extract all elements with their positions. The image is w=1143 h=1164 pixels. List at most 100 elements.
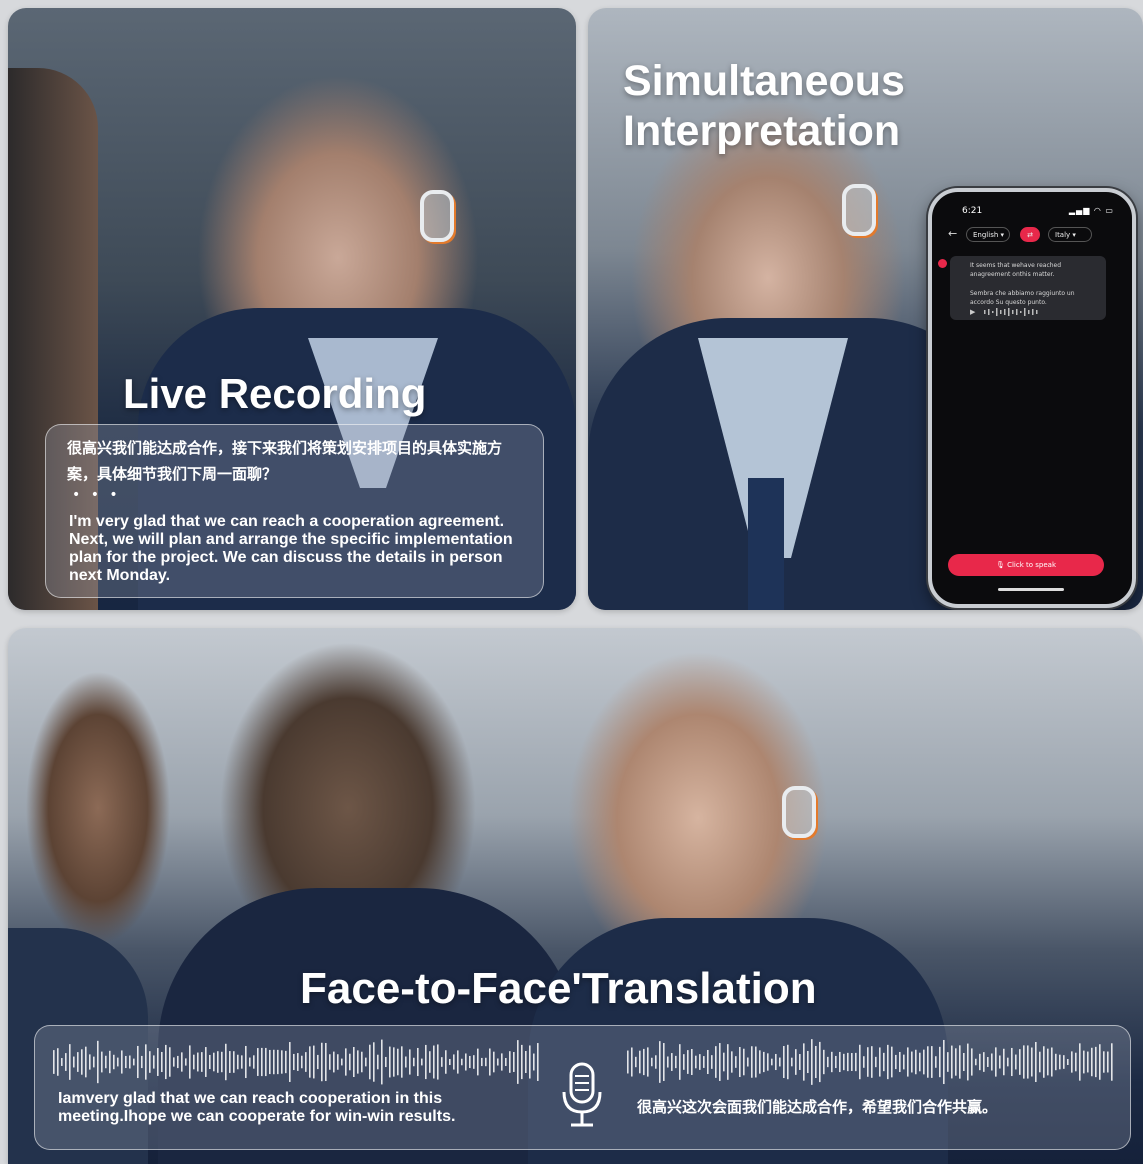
source-language-select[interactable]: English ▾: [966, 227, 1010, 242]
waveform-bar: [113, 1054, 115, 1070]
waveform-bar: [141, 1055, 143, 1069]
english-transcript: I'm very glad that we can reach a cooper…: [69, 513, 513, 584]
waveform-bar: [341, 1058, 343, 1066]
waveform-bar: [683, 1054, 685, 1070]
left-audio-waveform: [53, 1039, 539, 1085]
waveform-bar: [791, 1057, 793, 1067]
waveform-bar: [185, 1058, 187, 1066]
waveform-bar: [847, 1052, 849, 1072]
waveform-bar: [715, 1046, 717, 1078]
waveform-bar: [433, 1045, 435, 1079]
waveform-bar: [943, 1039, 945, 1085]
waveform-bar: [1059, 1054, 1061, 1070]
waveform-bar: [213, 1052, 215, 1072]
waveform-bar: [313, 1045, 315, 1079]
speaker-avatar-icon: [938, 259, 947, 268]
waveform-bar: [939, 1046, 941, 1078]
waveform-bar: [851, 1053, 853, 1071]
waveform-bar: [879, 1047, 881, 1077]
waveform-bar: [775, 1053, 777, 1071]
waveform-bar: [779, 1057, 781, 1067]
swap-languages-button[interactable]: ⇄: [1020, 227, 1040, 242]
waveform-bar: [277, 1049, 279, 1075]
waveform-bar: [811, 1039, 813, 1085]
waveform-bar: [635, 1056, 637, 1068]
waveform-bar: [89, 1054, 91, 1070]
waveform-bar: [465, 1053, 467, 1071]
waveform-bar: [529, 1045, 531, 1079]
translation-message-card: It seems that wehave reached anagreement…: [938, 256, 1106, 320]
waveform-bar: [457, 1050, 459, 1074]
waveform-bar: [987, 1057, 989, 1067]
waveform-bar: [101, 1051, 103, 1073]
waveform-bar: [895, 1054, 897, 1070]
waveform-bar: [73, 1056, 75, 1068]
chinese-translation: 很高兴这次会面我们能达成合作，希望我们合作共赢。: [637, 1098, 998, 1116]
waveform-bar: [863, 1056, 865, 1068]
microphone-icon[interactable]: [559, 1062, 605, 1128]
waveform-bar: [253, 1055, 255, 1069]
english-translation: Iamvery glad that we can reach cooperati…: [58, 1090, 456, 1125]
target-language-select[interactable]: Italy ▾: [1048, 227, 1092, 242]
waveform-bar: [177, 1055, 179, 1069]
waveform-bar: [437, 1044, 439, 1080]
waveform-bar: [497, 1058, 499, 1066]
waveform-bar: [815, 1045, 817, 1079]
waveform-bar: [931, 1046, 933, 1078]
waveform-bar: [1091, 1047, 1093, 1077]
waveform-bar: [121, 1050, 123, 1074]
live-transcript-card: 很高兴我们能达成合作，接下来我们将策划安排项目的具体实施方案，具体细节我们下周一…: [45, 424, 544, 598]
waveform-bar: [647, 1047, 649, 1077]
waveform-bar: [1111, 1043, 1113, 1081]
live-recording-title: Live Recording: [123, 370, 427, 417]
waveform-bar: [967, 1043, 969, 1081]
waveform-bar: [149, 1051, 151, 1073]
waveform-bar: [707, 1049, 709, 1075]
waveform-bar: [317, 1054, 319, 1070]
waveform-bar: [381, 1039, 383, 1085]
waveform-bar: [823, 1049, 825, 1075]
waveform-bar: [469, 1055, 471, 1069]
waveform-bar: [85, 1046, 87, 1078]
waveform-bar: [835, 1055, 837, 1069]
translated-message: Sembra che abbiamo raggiunto un accordo …: [970, 290, 1075, 306]
waveform-bar: [137, 1045, 139, 1079]
waveform-bar: [831, 1051, 833, 1073]
waveform-bar: [289, 1042, 291, 1082]
waveform-bar: [233, 1051, 235, 1073]
waveform-bar: [687, 1050, 689, 1074]
waveform-bar: [883, 1052, 885, 1072]
waveform-bar: [485, 1057, 487, 1067]
waveform-bar: [301, 1055, 303, 1069]
waveform-bar: [731, 1051, 733, 1073]
language-bar: ← English ▾ ⇄ Italy ▾: [946, 226, 1118, 244]
waveform-bar: [1007, 1057, 1009, 1067]
play-icon[interactable]: ▶: [970, 308, 975, 317]
waveform-bar: [1055, 1053, 1057, 1071]
title-line-2: Interpretation: [623, 107, 901, 155]
waveform-bar: [1079, 1043, 1081, 1081]
waveform-bar: [445, 1050, 447, 1074]
waveform-bar: [855, 1052, 857, 1072]
waveform-bar: [321, 1042, 323, 1082]
waveform-bar: [65, 1053, 67, 1071]
click-to-speak-button[interactable]: 🎙 Click to speak: [948, 554, 1104, 576]
waveform-bar: [133, 1058, 135, 1066]
waveform-bar: [513, 1052, 515, 1072]
waveform-bar: [153, 1055, 155, 1069]
face-to-face-translation-panel: Face-to-Face'Translation Iamvery glad th…: [8, 628, 1143, 1164]
waveform-bar: [397, 1048, 399, 1076]
arrow-left-icon[interactable]: ←: [948, 227, 957, 240]
waveform-bar: [449, 1058, 451, 1066]
waveform-bar: [1087, 1051, 1089, 1073]
waveform-bar: [285, 1050, 287, 1074]
waveform-bar: [477, 1048, 479, 1076]
waveform-bar: [481, 1057, 483, 1067]
waveform-bar: [201, 1052, 203, 1072]
waveform-bar: [461, 1058, 463, 1066]
waveform-bar: [517, 1040, 519, 1084]
waveform-bar: [631, 1047, 633, 1077]
waveform-bar: [109, 1050, 111, 1074]
waveform-bar: [489, 1048, 491, 1076]
waveform-bar: [537, 1043, 539, 1081]
